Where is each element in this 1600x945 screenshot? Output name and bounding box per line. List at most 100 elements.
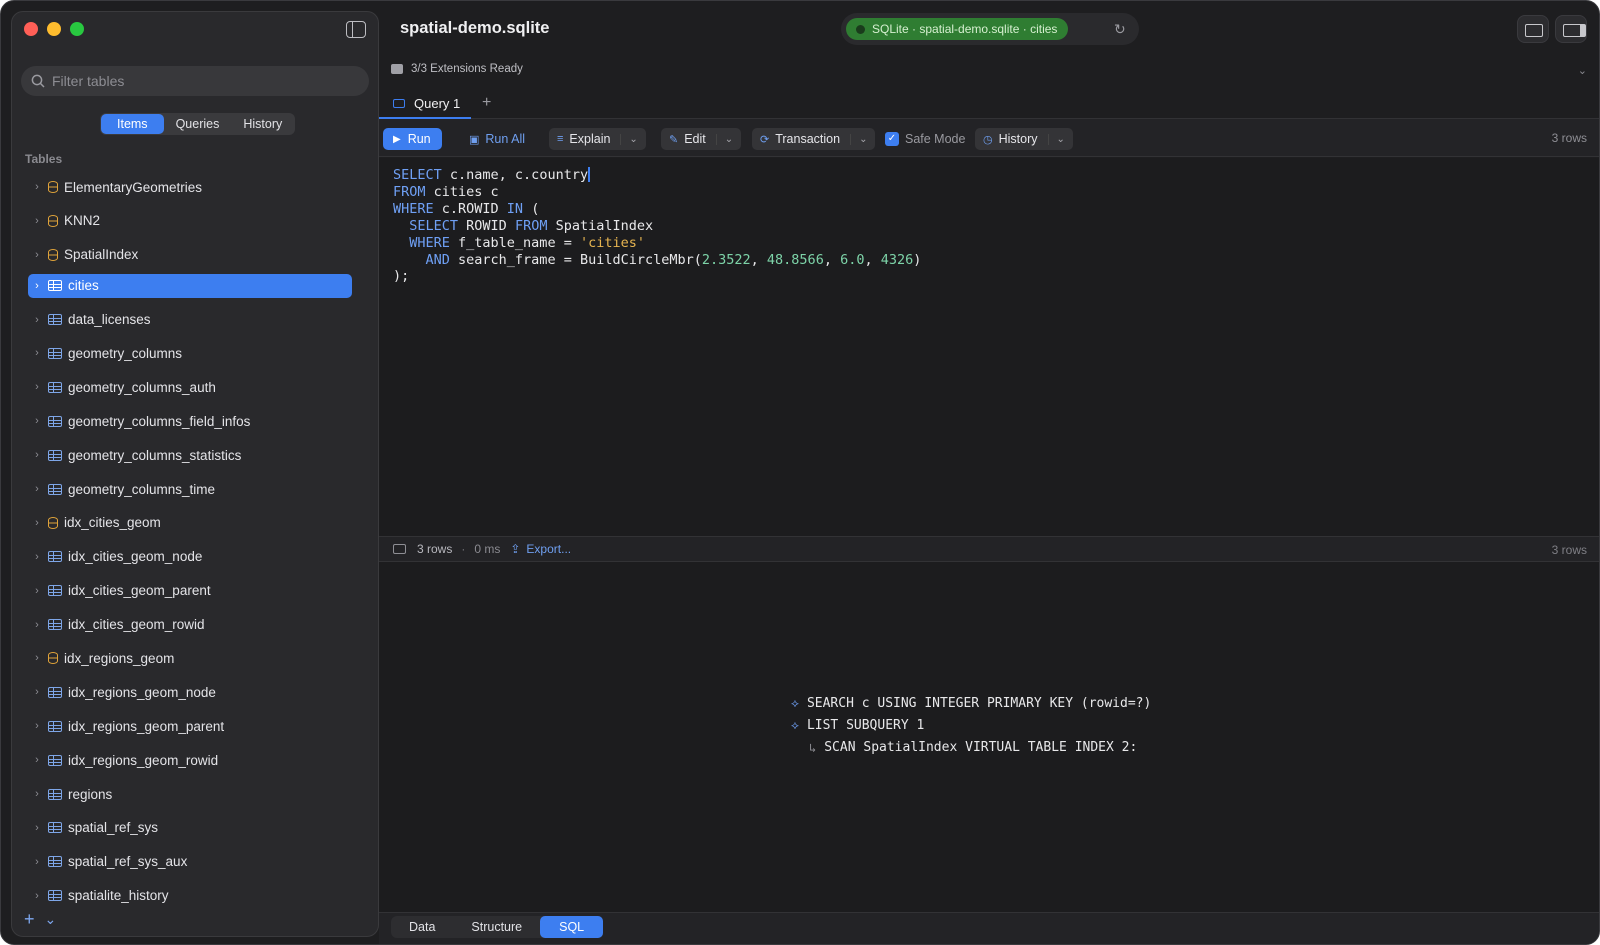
code-line: WHERE c.ROWID IN ( [393,201,1599,218]
export-button[interactable]: Export... [526,542,571,556]
run-button[interactable]: ▶ Run [383,128,442,150]
sidebar-item-idx-cities-geom[interactable]: › idx_cities_geom [28,508,352,538]
connection-status-badge[interactable]: SQLite · spatial-demo.sqlite · cities [846,18,1069,40]
sql-text: ); [393,268,410,285]
run-all-label: Run All [485,132,526,146]
sidebar-item-elementarygeometries[interactable]: › ElementaryGeometries [28,172,352,202]
segment-queries[interactable]: Queries [164,114,232,134]
sidebar-item-spatial-ref-sys[interactable]: › spatial_ref_sys [28,813,352,843]
result-rows-right: 3 rows [1551,543,1587,557]
chevron-right-icon[interactable]: › [28,788,46,800]
chevron-right-icon[interactable]: › [28,449,46,461]
sidebar-item-geometry-columns-time[interactable]: › geometry_columns_time [28,474,352,504]
chevron-right-icon[interactable]: › [28,551,46,563]
sidebar-item-data-licenses[interactable]: › data_licenses [28,305,352,335]
segment-history[interactable]: History [231,114,294,134]
chevron-right-icon[interactable]: › [28,686,46,698]
sql-editor[interactable]: SELECT c.name, c.country FROM cities c WHE… [379,158,1599,536]
sidebar-item-cities[interactable]: › cities [28,273,352,298]
sidebar-item-spatialite-history[interactable]: › spatialite_history [28,881,352,911]
main-area: spatial-demo.sqlite SQLite · spatial-dem… [379,1,1599,944]
add-icon[interactable]: + [24,910,35,928]
chevron-down-icon[interactable]: ⌄ [1578,64,1587,77]
chevron-right-icon[interactable]: › [28,585,46,597]
sidebar-item-idx-regions-geom-node[interactable]: › idx_regions_geom_node [28,677,352,707]
extensions-status[interactable]: 3/3 Extensions Ready [391,63,523,75]
sidebar-item-regions[interactable]: › regions [28,779,352,809]
chevron-down-icon[interactable]: ⌄ [715,133,733,145]
chevron-right-icon[interactable]: › [28,415,46,427]
chevron-right-icon[interactable]: › [28,517,46,529]
sidebar-item-spatial-ref-sys-aux[interactable]: › spatial_ref_sys_aux [28,847,352,877]
sidebar-item-label: regions [68,786,113,802]
filter-tables-field[interactable] [21,66,369,96]
zoom-window-button[interactable] [70,22,84,36]
segment-items[interactable]: Items [101,114,164,134]
chevron-right-icon[interactable]: › [28,483,46,495]
filter-tables-input[interactable] [52,73,352,89]
chevron-right-icon[interactable]: › [28,249,46,261]
table-icon [48,280,62,292]
sidebar-item-idx-regions-geom[interactable]: › idx_regions_geom [28,643,352,673]
sidebar-toggle-icon[interactable] [346,21,366,38]
tab-sql[interactable]: SQL [540,916,604,938]
chevron-right-icon[interactable]: › [28,754,46,766]
minimize-window-button[interactable] [47,22,61,36]
refresh-icon[interactable]: ↻ [1114,21,1126,38]
sql-text: ) [913,251,922,268]
plan-step: ⟡ LIST SUBQUERY 1 [791,718,924,733]
transaction-button[interactable]: ⟳ Transaction ⌄ [752,128,876,150]
chevron-right-icon[interactable]: › [28,856,46,868]
sidebar-item-geometry-columns-statistics[interactable]: › geometry_columns_statistics [28,440,352,470]
chevron-down-icon[interactable]: ⌄ [1047,133,1065,145]
chevron-right-icon[interactable]: › [28,652,46,664]
chevron-right-icon[interactable]: › [28,181,46,193]
sql-number: 6.0 [840,251,865,268]
run-all-button[interactable]: ▣ Run All [461,128,533,150]
sidebar-item-idx-cities-geom-node[interactable]: › idx_cities_geom_node [28,542,352,572]
chevron-right-icon[interactable]: › [28,822,46,834]
right-panel-toggle-icon[interactable] [1555,15,1587,43]
chevron-right-icon[interactable]: › [28,215,46,227]
chevron-right-icon[interactable]: › [28,381,46,393]
tab-query-1[interactable]: Query 1 [379,89,471,119]
history-button[interactable]: ◷ History ⌄ [975,128,1073,150]
checkbox-checked-icon[interactable]: ✓ [885,132,899,146]
safe-mode-toggle[interactable]: ✓ Safe Mode [885,128,973,150]
sidebar-item-idx-cities-geom-rowid[interactable]: › idx_cities_geom_rowid [28,610,352,640]
code-line: SELECT ROWID FROM SpatialIndex [393,218,1599,235]
sidebar-item-idx-cities-geom-parent[interactable]: › idx_cities_geom_parent [28,576,352,606]
tab-data[interactable]: Data [391,916,453,938]
list-icon: ≡ [557,133,564,145]
chevron-right-icon[interactable]: › [28,347,46,359]
table-icon [393,544,406,554]
chevron-right-icon[interactable]: › [28,720,46,732]
chevron-right-icon[interactable]: › [28,314,46,326]
sidebar-item-geometry-columns[interactable]: › geometry_columns [28,338,352,368]
tab-structure[interactable]: Structure [453,916,540,938]
sidebar-item-idx-regions-geom-parent[interactable]: › idx_regions_geom_parent [28,711,352,741]
text-caret [588,167,590,182]
explain-button[interactable]: ≡ Explain ⌄ [549,128,646,150]
sidebar-item-idx-regions-geom-rowid[interactable]: › idx_regions_geom_rowid [28,745,352,775]
sidebar-item-label: idx_cities_geom [64,515,161,531]
sidebar-item-geometry-columns-field-infos[interactable]: › geometry_columns_field_infos [28,406,352,436]
inspector-toggle-icon[interactable] [1517,15,1549,43]
chevron-right-icon[interactable]: › [28,890,46,902]
chevron-down-icon[interactable]: ⌄ [850,133,867,145]
new-tab-button[interactable]: + [482,94,491,112]
query-tabs: Query 1 + [379,89,1599,119]
chevron-down-icon[interactable]: ⌄ [45,910,57,928]
edit-button[interactable]: ✎ Edit ⌄ [661,128,742,150]
view-toggles [1517,15,1587,43]
close-window-button[interactable] [24,22,38,36]
chevron-right-icon[interactable]: › [28,619,46,631]
chevron-right-icon[interactable]: › [28,280,46,292]
sidebar-item-geometry-columns-auth[interactable]: › geometry_columns_auth [28,372,352,402]
chevron-down-icon[interactable]: ⌄ [620,133,638,145]
sql-keyword: WHERE [409,234,450,251]
sql-string: 'cities' [579,234,645,251]
sql-keyword: WHERE [393,200,434,217]
sidebar-item-spatialindex[interactable]: › SpatialIndex [28,240,352,270]
sidebar-item-knn2[interactable]: › KNN2 [28,206,352,236]
